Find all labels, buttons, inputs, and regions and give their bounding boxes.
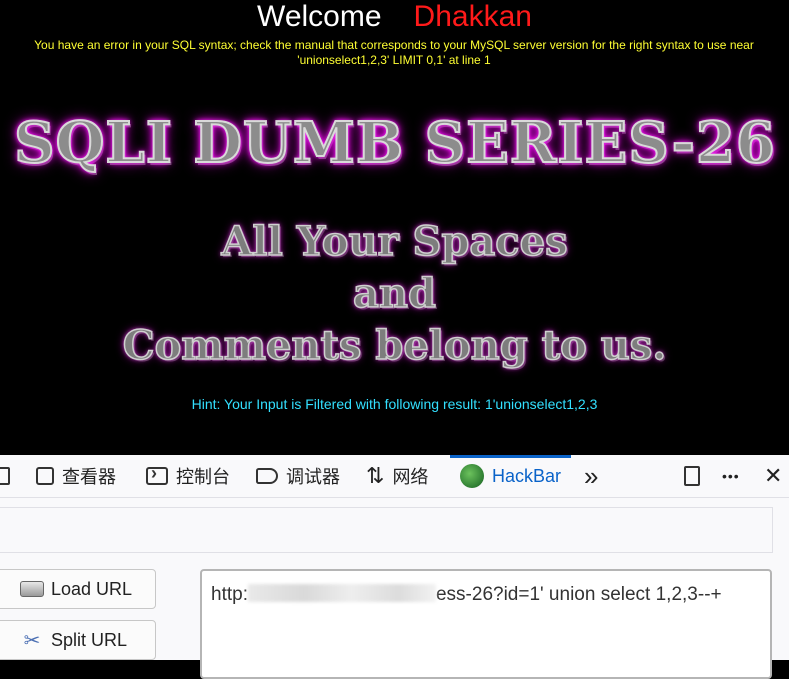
tab-hackbar-label: HackBar	[492, 465, 562, 486]
tab-network-label: 网络	[392, 467, 429, 487]
load-url-button[interactable]: Load URL	[0, 569, 156, 609]
tab-console[interactable]: 控制台	[146, 455, 230, 497]
more-tabs-button[interactable]: »	[584, 455, 598, 497]
tagline: All Your Spaces and Comments belong to u…	[0, 216, 789, 372]
welcome-word: Welcome	[257, 0, 382, 33]
pick-element-icon	[0, 467, 10, 485]
tab-network[interactable]: ⇅ 网络	[366, 455, 428, 497]
console-icon	[146, 463, 168, 485]
tab-inspector-label: 查看器	[62, 467, 116, 487]
more-options-icon: •••	[722, 468, 740, 484]
scissors-icon: ✂	[23, 629, 41, 652]
tab-console-label: 控制台	[176, 467, 230, 487]
hackbar-toolbar	[0, 507, 773, 553]
responsive-design-button[interactable]	[684, 455, 700, 497]
close-icon: ✕	[764, 463, 783, 488]
chevron-double-right-icon: »	[584, 460, 599, 491]
close-devtools-button[interactable]: ✕	[764, 455, 782, 497]
tab-debugger-label: 调试器	[286, 467, 340, 487]
split-url-label: Split URL	[51, 629, 128, 650]
inspector-icon	[36, 467, 54, 485]
network-icon: ⇅	[366, 463, 385, 488]
filter-hint: Hint: Your Input is Filtered with follow…	[191, 396, 598, 412]
split-url-icon-wrap: ✂	[19, 629, 45, 652]
devtools-tab-bar: 查看器 控制台 调试器 ⇅ 网络 HackBar » ••• ✕	[0, 455, 789, 498]
tagline-line-3: Comments belong to us.	[122, 321, 667, 370]
url-textarea[interactable]: http: ess-26?id=1' union select 1,2,3--+	[200, 569, 772, 679]
load-url-icon-wrap	[19, 578, 45, 600]
url-prefix: http:	[211, 584, 248, 605]
load-url-label: Load URL	[51, 578, 133, 599]
load-url-icon	[20, 581, 44, 597]
sqli-lab-page: Welcome Dhakkan You have an error in your…	[0, 0, 789, 455]
tagline-line-2: and	[352, 269, 436, 318]
redacted-host	[247, 584, 436, 602]
pick-element-button[interactable]	[0, 455, 10, 497]
debugger-icon	[256, 468, 278, 484]
tab-hackbar[interactable]: HackBar	[449, 455, 572, 497]
more-options-button[interactable]: •••	[722, 455, 740, 497]
user-name: Dhakkan	[413, 0, 532, 33]
tagline-line-1: All Your Spaces	[221, 217, 569, 266]
welcome-heading: Welcome Dhakkan	[0, 0, 789, 34]
tab-inspector[interactable]: 查看器	[36, 455, 116, 497]
hackbar-icon	[460, 464, 484, 488]
url-suffix: ess-26?id=1' union select 1,2,3--+	[435, 584, 722, 605]
sql-error-message: You have an error in your SQL syntax; ch…	[34, 38, 754, 67]
responsive-design-icon	[684, 466, 700, 486]
series-banner-title: SQLI DUMB SERIES-26	[13, 109, 776, 177]
tab-debugger[interactable]: 调试器	[256, 455, 340, 497]
split-url-button[interactable]: ✂ Split URL	[0, 620, 156, 660]
devtools-panel: 查看器 控制台 调试器 ⇅ 网络 HackBar » ••• ✕	[0, 455, 789, 679]
